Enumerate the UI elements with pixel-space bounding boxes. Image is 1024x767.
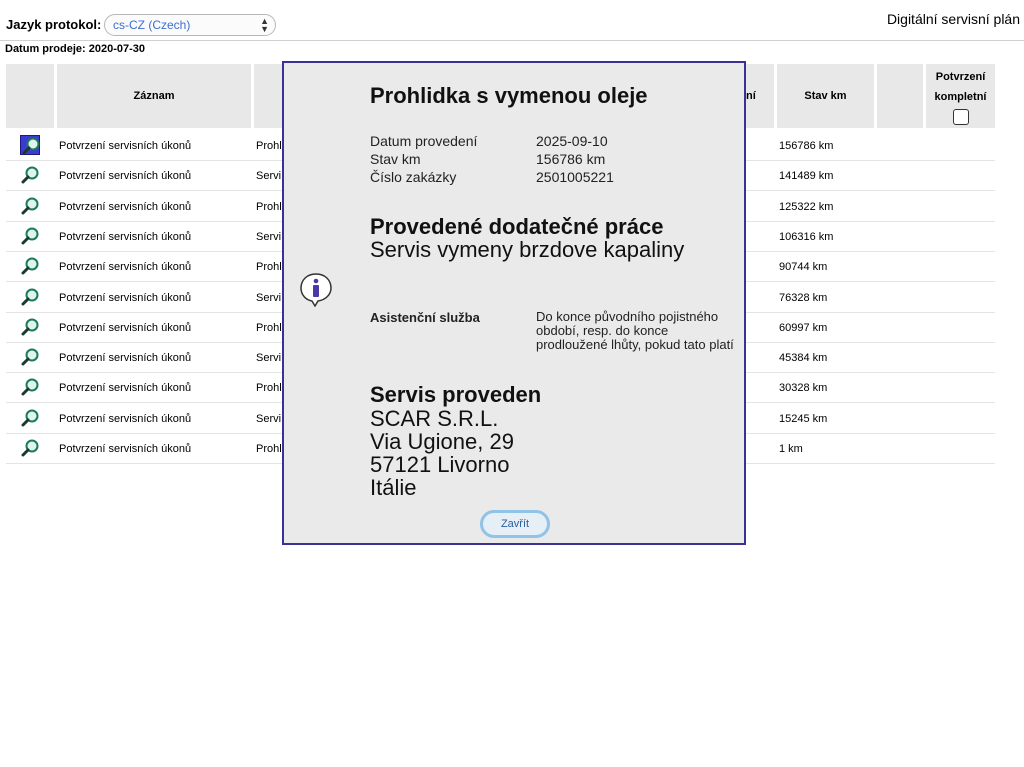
confirm-all-checkbox[interactable]: [952, 109, 969, 125]
close-button[interactable]: Zavřít: [480, 510, 550, 538]
row-record: Potvrzení servisních úkonů: [59, 170, 192, 183]
header-km: Stav km: [777, 64, 874, 128]
row-record: Potvrzení servisních úkonů: [59, 261, 192, 274]
row-km: 106316 km: [779, 230, 834, 243]
magnifier-icon[interactable]: [20, 347, 40, 367]
field-label-km: Stav km: [370, 151, 421, 167]
row-record: Potvrzení servisních úkonů: [59, 230, 192, 243]
magnifier-icon[interactable]: [20, 256, 40, 276]
magnifier-icon[interactable]: [20, 377, 40, 397]
row-type: Prohl: [256, 443, 282, 455]
magnifier-icon[interactable]: [20, 196, 40, 216]
row-record: Potvrzení servisních úkonů: [59, 352, 192, 365]
row-type: Prohl: [256, 382, 282, 395]
assistance-label: Asistenční služba: [370, 310, 480, 325]
row-km: 125322 km: [779, 200, 834, 213]
header-record: Záznam: [57, 64, 251, 128]
row-record: Potvrzení servisních úkonů: [59, 140, 192, 152]
magnifier-icon[interactable]: [20, 408, 40, 428]
row-type: Servi: [256, 170, 282, 183]
field-value-date: 2025-09-10: [536, 133, 608, 149]
select-arrows-icon: ▲ ▼: [260, 16, 269, 34]
row-record: Potvrzení servisních úkonů: [59, 291, 192, 304]
row-record: Potvrzení servisních úkonů: [59, 200, 192, 213]
row-km: 15245 km: [779, 412, 828, 425]
row-type: Prohl: [256, 261, 282, 274]
app-title: Digitální servisní plán: [886, 11, 1020, 27]
header-icon-column: [6, 64, 54, 128]
top-bar: Jazyk protokol: cs-CZ (Czech) ▲ ▼ Digitál…: [0, 0, 1024, 41]
sale-date: Datum prodeje: 2020-07-30: [5, 43, 145, 55]
language-select[interactable]: cs-CZ (Czech) ▲ ▼: [104, 14, 276, 36]
row-type: Prohl: [256, 200, 282, 213]
header-confirmed-line1: Potvrzení: [935, 71, 986, 83]
row-record: Potvrzení servisních úkonů: [59, 321, 192, 334]
field-value-order: 2501005221: [536, 169, 614, 185]
row-km: 60997 km: [779, 321, 828, 334]
row-km: 90744 km: [779, 261, 828, 274]
row-type: Servi: [256, 291, 282, 304]
row-record: Potvrzení servisních úkonů: [59, 382, 192, 395]
field-label-order: Číslo zakázky: [370, 169, 457, 185]
header-date-fragment: ní: [746, 64, 774, 128]
field-value-km: 156786 km: [536, 151, 606, 167]
header-confirmed-line2: kompletní: [934, 91, 987, 103]
language-select-value: cs-CZ (Czech): [113, 18, 191, 32]
dialog-title: Prohlidka s vymenou oleje: [370, 83, 648, 108]
info-icon: [300, 273, 332, 307]
row-type: Prohl: [256, 321, 282, 334]
row-km: 156786 km: [779, 140, 834, 152]
row-km: 141489 km: [779, 170, 834, 183]
row-km: 30328 km: [779, 382, 828, 395]
magnifier-icon[interactable]: [20, 226, 40, 246]
row-record: Potvrzení servisních úkonů: [59, 443, 192, 455]
header-type: [254, 64, 282, 128]
field-label-date: Datum provedení: [370, 133, 478, 149]
additional-work-text: Servis vymeny brzdove kapaliny: [370, 237, 685, 262]
magnifier-icon[interactable]: [20, 135, 40, 155]
language-label: Jazyk protokol:: [6, 17, 102, 32]
magnifier-icon[interactable]: [20, 165, 40, 185]
row-km: 76328 km: [779, 291, 828, 304]
header-blank: [877, 64, 923, 128]
row-type: Prohl: [256, 140, 282, 152]
magnifier-icon[interactable]: [20, 317, 40, 337]
magnifier-icon[interactable]: [20, 438, 40, 458]
service-detail-dialog: Prohlidka s vymenou oleje Datum proveden…: [282, 61, 746, 545]
address-country: Itálie: [370, 475, 417, 500]
row-type: Servi: [256, 352, 282, 365]
row-type: Servi: [256, 230, 282, 243]
row-type: Servi: [256, 412, 282, 425]
row-km: 45384 km: [779, 352, 828, 365]
assistance-text: Do konce původního pojistného období, re…: [536, 309, 734, 352]
row-record: Potvrzení servisních úkonů: [59, 412, 192, 425]
row-km: 1 km: [779, 443, 803, 455]
performed-title: Servis proveden: [370, 382, 542, 407]
magnifier-icon[interactable]: [20, 287, 40, 307]
header-confirmed: Potvrzení kompletní: [926, 64, 995, 128]
